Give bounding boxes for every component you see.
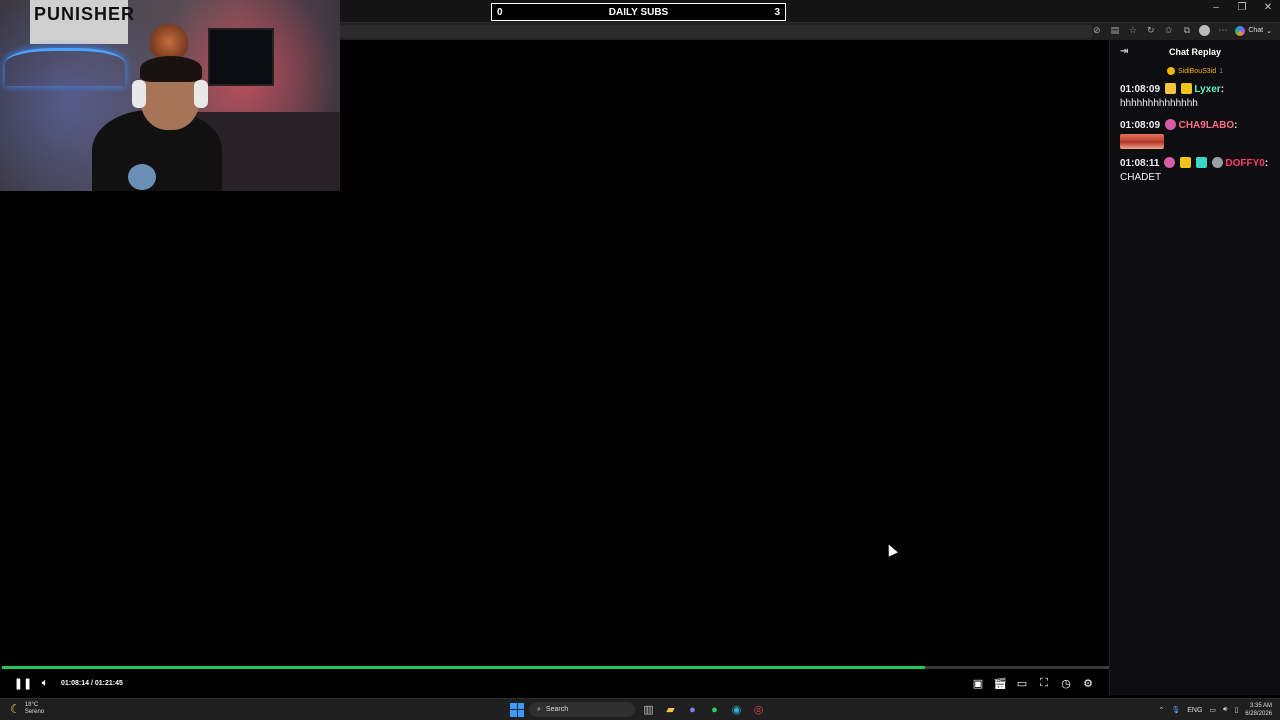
message-time: 01:08:09 (1120, 84, 1161, 95)
monitor (208, 28, 274, 86)
gift-badge-icon (1166, 67, 1175, 75)
message-time: 01:08:09 (1120, 120, 1161, 131)
weather-text: 18°C Sereno (25, 702, 44, 716)
mouse-cursor-icon (884, 542, 898, 557)
message-text: CHADET (1120, 172, 1162, 183)
task-view-icon[interactable]: ▥ (640, 701, 657, 718)
streamer-hair (140, 56, 202, 82)
theatre-mode-icon[interactable]: ▭ (1011, 672, 1033, 694)
weather-widget[interactable]: ☾ 18°C Sereno (10, 702, 44, 716)
headphone-icon (194, 80, 208, 108)
emote-image (1120, 134, 1164, 149)
copilot-label: Chat (1248, 27, 1264, 34)
window-controls: – ❐ ✕ (1210, 2, 1274, 13)
chevron-up-icon[interactable]: ⌃ (1158, 706, 1164, 714)
chat-replay-panel: ⇥ Chat Replay SidiBouS3id 1 01:08:09 Lyx… (1109, 40, 1280, 695)
clock-time: 3:35 AM (1249, 703, 1272, 709)
bits-badge-icon (1164, 83, 1176, 94)
daily-subs-counter: 0 DAILY SUBS 3 (491, 3, 786, 21)
chat-username[interactable]: DOFFY0 (1225, 158, 1264, 169)
crown-badge-icon (1180, 157, 1192, 168)
extensions-icon[interactable]: ⧉ (1181, 25, 1192, 36)
favorite-star-icon[interactable]: ☆ (1127, 25, 1138, 36)
player-right-controls: ▣ 🎬︎ ▭ ⛶ ◷ ⚙ (967, 672, 1099, 694)
pinned-gifter[interactable]: SidiBouS3id 1 (1110, 67, 1280, 75)
shirt-logo (128, 164, 156, 190)
fullscreen-icon[interactable]: ⛶ (1033, 672, 1055, 694)
message-time: 01:08:11 (1120, 158, 1160, 169)
chat-title: Chat Replay (1168, 47, 1221, 57)
speed-icon[interactable]: ◷ (1055, 672, 1077, 694)
url-field[interactable] (340, 25, 1092, 38)
clock[interactable]: 3:35 AM 6/28/2026 (1245, 702, 1272, 718)
chat-message: 01:08:09 Lyxer: hhhhhhhhhhhhhh (1120, 83, 1225, 109)
settings-gear-icon[interactable]: ⚙ (1077, 672, 1099, 694)
chat-header: ⇥ Chat Replay (1110, 40, 1280, 64)
taskbar-apps: ⌕ Search ▥ ▰ ● ● ◉ ◎ (510, 701, 767, 718)
system-tray: ⌃ 🎙︎ ENG ▭ 🔊︎ ▯ 3:35 AM 6/28/2026 (1158, 702, 1272, 718)
miniplayer-icon[interactable]: ▣ (967, 672, 989, 694)
pinned-user: SidiBouS3id (1177, 67, 1217, 75)
poster-text: PUNISHER (34, 4, 136, 24)
language-indicator[interactable]: ENG (1187, 707, 1202, 714)
profile-avatar[interactable] (1199, 25, 1211, 36)
minimize-icon[interactable]: – (1210, 2, 1222, 13)
plant (150, 24, 188, 60)
microphone-icon[interactable]: 🎙︎ (1171, 706, 1180, 714)
search-placeholder: Search (545, 706, 569, 713)
mod-badge-icon (1211, 157, 1223, 168)
close-icon[interactable]: ✕ (1262, 2, 1274, 13)
edge-icon[interactable]: ◉ (728, 701, 745, 718)
browser-toolbar: ⊘ ▤ ☆ ↻ ✩ ⧉ ⋯ Chat ⌄ (1091, 25, 1272, 36)
time-display: 01:08:14 / 01:21:45 (61, 680, 123, 687)
moon-icon: ☾ (10, 702, 21, 716)
collapse-chat-icon[interactable]: ⇥ (1120, 46, 1128, 57)
refresh-icon[interactable]: ↻ (1145, 25, 1156, 36)
weather-desc: Sereno (24, 709, 45, 715)
progress-fill (2, 666, 926, 669)
chat-message: 01:08:09 CHA9LABO: (1110, 119, 1280, 149)
copilot-icon (1235, 25, 1246, 36)
taskbar-search[interactable]: ⌕ Search (529, 702, 635, 717)
chat-message: 01:08:11 DOFFY0: CHADET (1120, 157, 1269, 183)
search-icon: ⌕ (537, 705, 541, 713)
neon-light (5, 48, 125, 86)
chrome-icon[interactable]: ◎ (750, 701, 767, 718)
pause-icon[interactable]: ❚❚ (12, 673, 34, 695)
spotify-icon[interactable]: ● (706, 701, 723, 718)
speaker-icon[interactable]: 🔊︎ (1223, 706, 1227, 714)
pinned-count: 1 (1219, 67, 1224, 75)
collections-icon[interactable]: ✩ (1163, 25, 1174, 36)
tracking-prevention-icon[interactable]: ⊘ (1091, 25, 1102, 36)
copilot-button[interactable]: Chat ⌄ (1235, 25, 1272, 36)
more-menu-icon[interactable]: ⋯ (1217, 25, 1228, 36)
sub-badge-icon (1164, 119, 1176, 130)
prime-badge-icon (1195, 157, 1207, 168)
tab-strip: – ❐ ✕ (340, 0, 1280, 22)
file-explorer-icon[interactable]: ▰ (662, 701, 679, 718)
reading-view-icon[interactable]: ▤ (1109, 25, 1120, 36)
battery-icon[interactable]: ▯ (1234, 706, 1238, 714)
sub-badge-icon (1164, 157, 1176, 168)
subs-title: DAILY SUBS (608, 6, 669, 18)
windows-start-icon[interactable] (510, 702, 524, 717)
chat-username[interactable]: CHA9LABO (1179, 120, 1235, 131)
message-text: hhhhhhhhhhhhhh (1120, 98, 1198, 109)
headphone-icon (132, 80, 146, 108)
clock-date: 6/28/2026 (1245, 711, 1272, 717)
restore-icon[interactable]: ❐ (1236, 2, 1248, 13)
chat-username[interactable]: Lyxer (1194, 84, 1220, 95)
crown-badge-icon (1180, 83, 1192, 94)
clip-icon[interactable]: 🎬︎ (989, 672, 1011, 694)
video-progress-bar[interactable] (2, 666, 1109, 669)
taskbar: ☾ 18°C Sereno ⌕ Search ▥ ▰ ● ● ◉ ◎ ⌃ 🎙︎ … (0, 698, 1280, 720)
chevron-down-icon: ⌄ (1266, 27, 1272, 35)
discord-icon[interactable]: ● (684, 701, 701, 718)
weather-temp: 18°C (24, 702, 39, 708)
player-controls: ❚❚ 🔈︎ 01:08:14 / 01:21:45 ▣ 🎬︎ ▭ ⛶ ◷ ⚙ (0, 672, 1109, 695)
webcam-overlay: PUNISHER (0, 0, 340, 191)
volume-icon[interactable]: 🔈︎ (34, 673, 56, 695)
network-icon[interactable]: ▭ (1209, 706, 1216, 714)
